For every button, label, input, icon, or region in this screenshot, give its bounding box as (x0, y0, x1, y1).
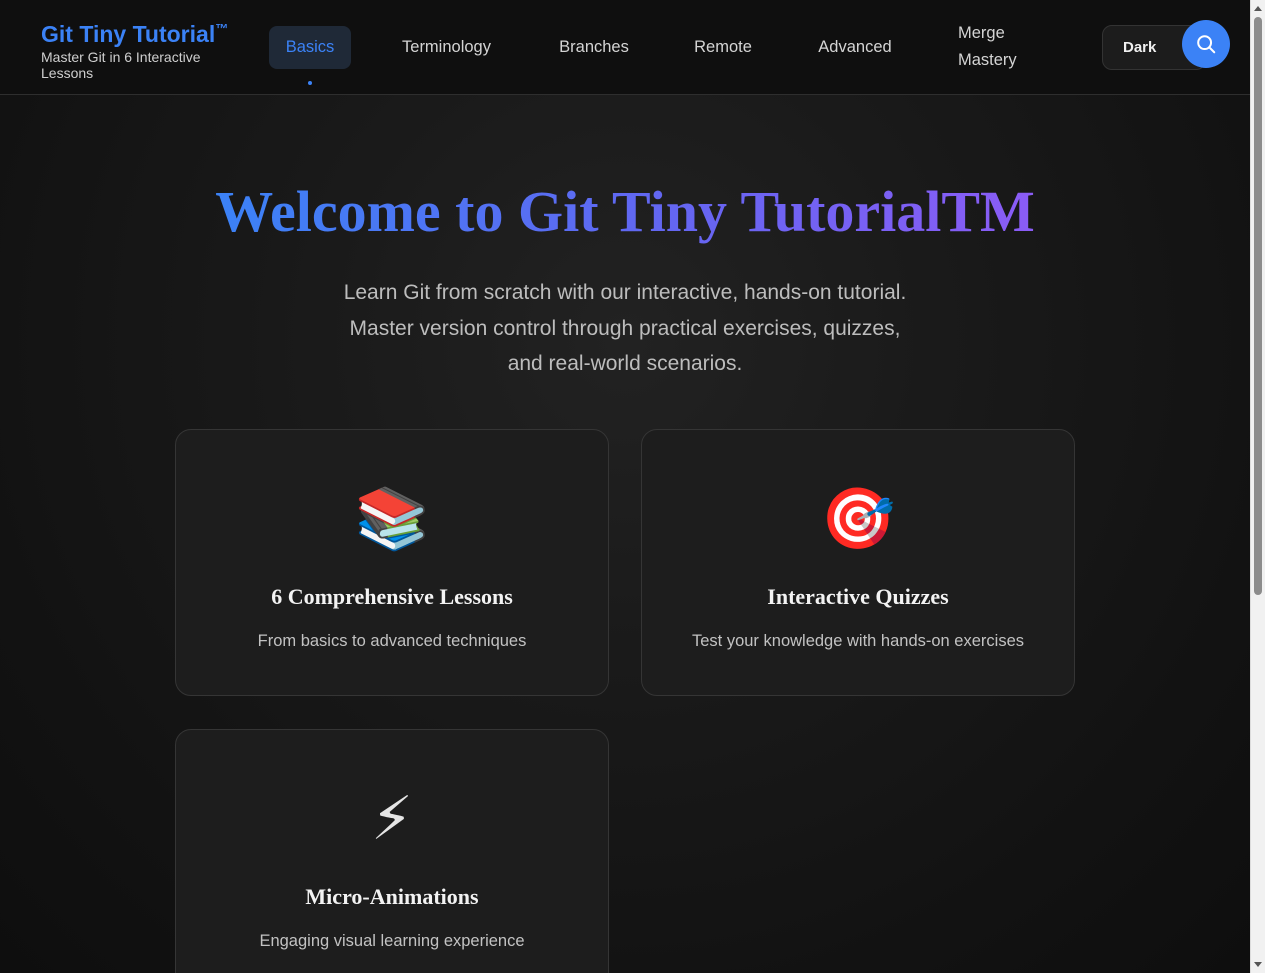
theme-toggle-label: Dark (1123, 39, 1157, 56)
hero-description: Learn Git from scratch with our interact… (343, 281, 907, 375)
top-nav-bar: Git Tiny Tutorial™ Master Git in 6 Inter… (0, 0, 1250, 95)
active-tab-indicator (308, 81, 312, 85)
nav-tab-terminology[interactable]: Terminology (385, 26, 508, 69)
lightning-icon: ⚡ (370, 785, 414, 852)
hero-title: Welcome to Git Tiny TutorialTM (215, 179, 1035, 244)
feature-card-description: Engaging visual learning experience (259, 932, 525, 950)
search-button[interactable] (1182, 20, 1230, 68)
nav-tab-advanced[interactable]: Advanced (802, 26, 908, 69)
feature-card-description: From basics to advanced techniques (257, 632, 527, 650)
scroll-down-arrow-icon[interactable] (1254, 962, 1262, 967)
feature-card-quizzes[interactable]: 🎯 Interactive Quizzes Test your knowledg… (641, 429, 1075, 696)
scroll-up-arrow-icon[interactable] (1254, 6, 1262, 11)
feature-card-title: Micro-Animations (305, 884, 479, 909)
feature-card-lessons[interactable]: 📚 6 Comprehensive Lessons From basics to… (175, 429, 609, 696)
vertical-scrollbar[interactable] (1250, 0, 1265, 973)
feature-card-title: Interactive Quizzes (767, 584, 949, 609)
books-icon: 📚 (354, 485, 430, 552)
brand-subtitle: Master Git in 6 Interactive Lessons (41, 49, 201, 81)
nav-tab-remote[interactable]: Remote (680, 26, 766, 69)
feature-card-description: Test your knowledge with hands-on exerci… (691, 632, 1024, 650)
page: Git Tiny Tutorial™ Master Git in 6 Inter… (0, 0, 1250, 973)
nav-tab-merge-mastery[interactable]: Merge Mastery (958, 20, 1038, 74)
search-icon (1197, 35, 1216, 54)
scrollbar-thumb[interactable] (1254, 17, 1262, 595)
nav-tab-basics[interactable]: Basics (269, 26, 351, 69)
brand[interactable]: Git Tiny Tutorial™ Master Git in 6 Inter… (41, 16, 256, 81)
brand-title: Git Tiny Tutorial™ (41, 21, 229, 47)
feature-card-animations[interactable]: ⚡ Micro-Animations Engaging visual learn… (175, 729, 609, 973)
nav-tab-branches[interactable]: Branches (544, 26, 644, 69)
target-icon: 🎯 (820, 485, 896, 552)
feature-card-title: 6 Comprehensive Lessons (271, 584, 513, 609)
trademark-symbol: ™ (215, 21, 229, 36)
